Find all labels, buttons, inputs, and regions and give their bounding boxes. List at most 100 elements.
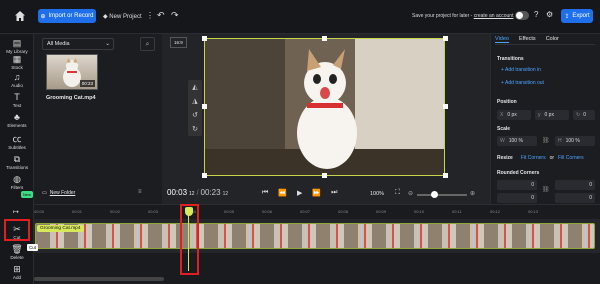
settings-icon[interactable]: ⚙ — [546, 10, 553, 19]
ruler-tick: 00:12 — [490, 209, 501, 214]
position-x-field[interactable]: X0 px — [497, 110, 531, 120]
timeline-scrollbar[interactable] — [34, 277, 164, 281]
sidebar-item-stock[interactable]: ▦ Stock — [0, 54, 34, 70]
resize-handle[interactable] — [202, 173, 207, 178]
home-icon[interactable] — [14, 10, 28, 24]
help-icon[interactable]: ? — [534, 10, 538, 19]
stock-icon: ▦ — [12, 54, 22, 64]
export-button[interactable]: ⇪ Export — [561, 9, 593, 23]
search-icon[interactable]: ⌕ — [140, 37, 155, 51]
skip-forward-icon[interactable]: ⏭ — [331, 189, 337, 197]
video-track: Grooming Cat.mp4 — [34, 219, 600, 253]
theme-toggle[interactable] — [515, 11, 529, 20]
text-icon: T — [14, 92, 20, 102]
ruler-tick: 00:10 — [414, 209, 425, 214]
add-button[interactable]: ⊞ Add — [0, 264, 34, 280]
tab-video[interactable]: Video — [495, 36, 509, 43]
create-account-link[interactable]: create an account — [474, 13, 514, 19]
corner-top-right-field[interactable]: 0 — [555, 180, 595, 190]
flip-horizontal-icon[interactable]: ◭ — [192, 83, 197, 91]
zoom-slider-thumb[interactable] — [431, 191, 438, 198]
corner-bottom-right-field[interactable]: 0 — [555, 193, 595, 203]
clip-thumbnail[interactable]: 00:23 — [46, 54, 98, 90]
redo-icon[interactable]: ↷ — [171, 10, 179, 21]
fast-forward-icon[interactable]: ⏩ — [312, 189, 321, 197]
clip-name: Grooming Cat.mp4 — [46, 95, 96, 101]
sidebar-item-filters[interactable]: ◍ Filters — [0, 174, 34, 190]
transform-toolbar: ◭ ◮ ↺ ↻ — [188, 80, 202, 136]
elements-icon: ♣ — [14, 112, 20, 122]
chevron-down-icon: ⌄ — [105, 41, 110, 47]
zoom-in-icon[interactable]: ⊕ — [470, 190, 475, 197]
tab-effects[interactable]: Effects — [519, 36, 536, 42]
playback-controls: ⏮ ⏪ ▶ ⏩ ⏭ — [262, 189, 337, 197]
sort-icon[interactable]: ≡ — [138, 189, 142, 195]
timeline: 00:00 00:01 00:02 00:03 00:04 00:05 00:0… — [34, 204, 600, 284]
resize-handle[interactable] — [322, 173, 327, 178]
resize-handle[interactable] — [443, 173, 448, 178]
fill-corners-link[interactable]: Fill Corners — [558, 155, 584, 161]
sidebar-item-audio[interactable]: ♫ Audio — [0, 72, 34, 88]
new-project-button[interactable]: ◆ New Project — [103, 13, 142, 20]
sidebar-item-text[interactable]: T Text — [0, 92, 34, 108]
sidebar-item-transitions[interactable]: ⧉ Transitions — [0, 154, 34, 170]
sidebar-item-my-library[interactable]: ▤ My Library — [0, 38, 34, 54]
time-display: 00:03 12 / 00:23 12 — [167, 188, 229, 197]
scale-height-field[interactable]: H 100 % — [555, 136, 595, 146]
undo-icon[interactable]: ↶ — [157, 10, 165, 21]
fit-corners-link[interactable]: Fit Corners — [521, 155, 546, 161]
ruler-tick: 00:11 — [452, 209, 462, 214]
library-panel: All Media ⌄ ⌕ 00:23 Grooming Cat.mp4 ▭ New… — [34, 34, 162, 204]
skip-back-icon[interactable]: ⏮ — [262, 189, 268, 197]
timeline-clip[interactable]: Grooming Cat.mp4 — [35, 223, 595, 249]
media-filter-dropdown[interactable]: All Media ⌄ — [42, 38, 114, 50]
rotate-left-icon[interactable]: ↺ — [192, 111, 198, 119]
play-icon[interactable]: ▶ — [297, 189, 302, 197]
zoom-slider[interactable] — [417, 191, 467, 198]
rotate-right-icon[interactable]: ↻ — [192, 125, 198, 133]
more-menu-icon[interactable]: ⋮ — [146, 11, 154, 20]
rotate-icon: ↻ — [576, 112, 581, 118]
resize-row: Resize Fit Corners or Fill Corners — [497, 155, 584, 161]
resize-handle[interactable] — [202, 36, 207, 41]
highlight-box-playhead — [180, 204, 199, 275]
delete-button[interactable]: 🗑 Delete — [0, 244, 34, 260]
sidebar-item-elements[interactable]: ♣ Elements — [0, 112, 34, 128]
clip-label: Grooming Cat.mp4 — [37, 225, 84, 232]
rotation-field[interactable]: ↻ 0 — [573, 110, 595, 120]
library-icon: ▤ — [12, 38, 22, 48]
fullscreen-icon[interactable]: ⛶ — [395, 189, 400, 197]
ruler-tick: 00:07 — [300, 209, 311, 214]
video-canvas[interactable] — [204, 38, 445, 176]
filters-icon: ◍ — [13, 174, 21, 184]
resize-handle[interactable] — [322, 36, 327, 41]
expand-icon[interactable]: ↦ — [13, 208, 19, 216]
import-button[interactable]: ⊕ Import or Record — [38, 9, 96, 23]
save-note: Save your project for later - create an … — [412, 13, 514, 19]
position-y-field[interactable]: y0 px — [535, 110, 569, 120]
add-transition-out-link[interactable]: + Add transition out — [501, 80, 544, 86]
new-badge: New — [21, 191, 34, 198]
timeline-tools: ↦ ✂ Cut Cut 🗑 Delete ⊞ Add — [0, 204, 39, 284]
aspect-ratio-button[interactable]: 16:9 — [170, 37, 187, 48]
corner-link-icon[interactable]: ⛓ — [542, 186, 550, 193]
add-transition-in-link[interactable]: + Add transition in — [501, 67, 541, 73]
scale-width-field[interactable]: W 100 % — [497, 136, 537, 146]
clip-filmstrip — [36, 224, 594, 248]
resize-handle[interactable] — [443, 104, 448, 109]
new-folder-button[interactable]: ▭ New Folder — [42, 190, 75, 196]
link-icon[interactable]: ⛓ — [542, 137, 550, 144]
tab-color[interactable]: Color — [546, 36, 559, 42]
properties-panel: Video Effects Color Transitions + Add tr… — [490, 34, 600, 204]
corner-top-left-field[interactable]: 0 — [497, 180, 537, 190]
resize-handle[interactable] — [202, 104, 207, 109]
preview-area: 16:9 ◭ ◮ ↺ ↻ 00:03 12 / 00:23 12 ⏮ ⏪ ▶ ⏩… — [162, 34, 490, 204]
zoom-out-icon[interactable]: ⊖ — [408, 190, 413, 197]
panel-tabs: Video Effects Color — [495, 34, 595, 45]
ruler-tick: 00:08 — [338, 209, 349, 214]
sidebar-item-subtitles[interactable]: ㏄ Subtitles — [0, 134, 34, 150]
flip-vertical-icon[interactable]: ◮ — [192, 97, 197, 105]
rewind-icon[interactable]: ⏪ — [278, 189, 287, 197]
resize-handle[interactable] — [443, 36, 448, 41]
corner-bottom-left-field[interactable]: 0 — [497, 193, 537, 203]
